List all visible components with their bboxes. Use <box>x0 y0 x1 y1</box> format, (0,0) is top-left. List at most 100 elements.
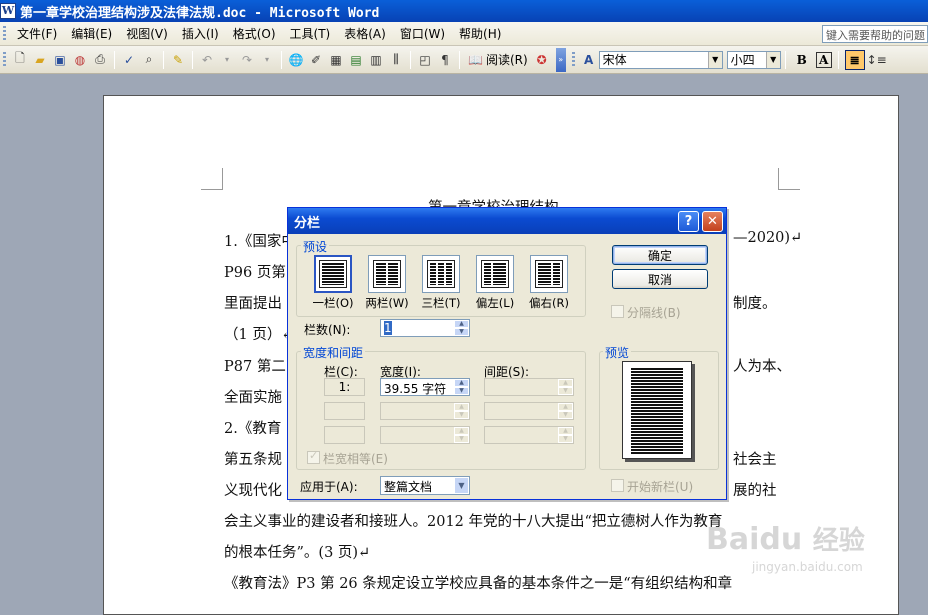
cancel-button[interactable]: 取消 <box>612 269 708 289</box>
start-new-column-label: 开始新栏(U) <box>627 480 694 494</box>
tables-borders-icon[interactable]: ✐ <box>307 51 325 69</box>
spacing-spinner-2: ▲ ▼ <box>558 403 573 419</box>
preset-label-one[interactable]: 一栏(O) <box>305 295 361 311</box>
format-toolbar-grip-handle[interactable] <box>571 51 575 68</box>
columns-dialog: 分栏 ? ✕ 预设 一栏(O) 两栏(W) 三栏(T) 偏左(L) 偏右(R) … <box>287 207 727 500</box>
chevron-down-icon[interactable]: ▼ <box>454 477 469 494</box>
toolbar-options-chevron-icon[interactable]: » <box>555 47 566 72</box>
show-hide-marks-icon[interactable]: ¶ <box>436 51 454 69</box>
spacing-input-2: ▲ ▼ <box>484 402 574 420</box>
preview-group-label: 预览 <box>603 344 632 361</box>
undo-icon[interactable]: ↶ <box>198 51 216 69</box>
bold-button[interactable]: B <box>792 50 812 70</box>
document-line: 1.《国家中 <box>224 234 296 250</box>
menu-table[interactable]: 表格(A) <box>337 25 393 42</box>
drawing-icon[interactable]: ⫼ <box>387 51 405 69</box>
read-button[interactable]: 📖 阅读(R) <box>464 51 532 68</box>
print-icon[interactable]: ⎙ <box>91 51 109 69</box>
watermark-brand: Baidu <box>706 522 803 557</box>
apply-to-value: 整篇文档 <box>384 480 433 494</box>
spelling-check-icon[interactable]: ✓ <box>120 51 138 69</box>
permission-icon[interactable]: ◍ <box>71 51 89 69</box>
menu-help[interactable]: 帮助(H) <box>452 25 508 42</box>
two-columns-icon[interactable] <box>368 255 406 293</box>
spacing-input-3: ▲ ▼ <box>484 426 574 444</box>
document-line-fragment: 社会主 <box>733 452 777 468</box>
help-assistant-icon[interactable]: ✪ <box>533 51 551 69</box>
font-size-select[interactable]: 小四 ▼ <box>726 50 781 69</box>
character-border-button[interactable]: A <box>815 51 832 68</box>
word-app-icon[interactable]: W <box>0 3 16 19</box>
separator-line-label: 分隔线(B) <box>627 306 681 320</box>
font-name-select[interactable]: 宋体 ▼ <box>598 50 723 69</box>
redo-icon[interactable]: ↷ <box>238 51 256 69</box>
menu-bar: 文件(F) 编辑(E) 视图(V) 插入(I) 格式(O) 工具(T) 表格(A… <box>0 22 928 46</box>
menu-tools[interactable]: 工具(T) <box>283 25 338 42</box>
right-column-icon[interactable] <box>530 255 568 293</box>
undo-dropdown-icon[interactable]: ▾ <box>218 51 236 69</box>
toolbar-separator <box>163 50 164 69</box>
title-bar: W 第一章学校治理结构涉及法律法规.doc - Microsoft Word <box>0 0 928 22</box>
document-line: 义现代化 <box>224 483 282 499</box>
dialog-title: 分栏 <box>294 215 321 231</box>
save-icon[interactable]: ▣ <box>51 51 69 69</box>
spacing-spinner-3: ▲ ▼ <box>558 427 573 443</box>
menu-view[interactable]: 视图(V) <box>119 25 175 42</box>
hyperlink-icon[interactable]: 🌐 <box>287 51 305 69</box>
three-columns-icon[interactable] <box>422 255 460 293</box>
toolbar-grip-handle[interactable] <box>3 51 6 68</box>
width-spacing-group-label: 宽度和间距 <box>301 344 366 361</box>
num-columns-input[interactable]: 1 ▲ ▼ <box>380 319 470 337</box>
left-column-icon[interactable] <box>476 255 514 293</box>
new-document-icon[interactable]: 🗋 <box>11 51 29 69</box>
preset-label-left[interactable]: 偏左(L) <box>467 295 523 311</box>
columns-icon[interactable]: ▥ <box>367 51 385 69</box>
spacing-spinner-1: ▲ ▼ <box>558 379 573 395</box>
menu-format[interactable]: 格式(O) <box>226 25 283 42</box>
menu-grip-handle[interactable] <box>3 25 6 42</box>
ok-button[interactable]: 确定 <box>612 245 708 265</box>
apply-to-select[interactable]: 整篇文档 ▼ <box>380 476 470 495</box>
num-columns-spinner[interactable]: ▲ ▼ <box>454 320 469 336</box>
menu-file[interactable]: 文件(F) <box>10 25 64 42</box>
chevron-down-icon[interactable]: ▼ <box>707 51 722 68</box>
redo-dropdown-icon[interactable]: ▾ <box>258 51 276 69</box>
chevron-down-icon[interactable]: ▼ <box>765 51 780 68</box>
column-number-field: 1: <box>324 378 365 396</box>
menu-edit[interactable]: 编辑(E) <box>64 25 119 42</box>
menu-window[interactable]: 窗口(W) <box>393 25 452 42</box>
font-size-value: 小四 <box>730 53 755 67</box>
insert-excel-icon[interactable]: ▤ <box>347 51 365 69</box>
document-line: P87 第二 <box>224 359 286 375</box>
width-input-3: ▲ ▼ <box>380 426 470 444</box>
research-icon[interactable]: ⌕ <box>140 51 158 69</box>
format-painter-icon[interactable]: ✎ <box>169 51 187 69</box>
document-line-fragment: 制度。 <box>733 296 777 312</box>
document-line: 《教育法》P3 第 26 条规定设立学校应具备的基本条件之一是“有组织结构和章 <box>224 576 733 592</box>
standard-toolbar: 🗋 ▰ ▣ ◍ ⎙ ✓ ⌕ ✎ ↶ ▾ ↷ ▾ 🌐 ✐ ▦ ▤ ▥ ⫼ ◰ ¶ … <box>0 46 928 74</box>
preset-label-right[interactable]: 偏右(R) <box>521 295 577 311</box>
dialog-title-bar[interactable]: 分栏 ? ✕ <box>288 208 726 234</box>
preset-label-three[interactable]: 三栏(T) <box>413 295 469 311</box>
help-icon[interactable]: ? <box>678 211 699 232</box>
insert-table-icon[interactable]: ▦ <box>327 51 345 69</box>
margin-corner-mark <box>778 168 800 190</box>
menu-insert[interactable]: 插入(I) <box>175 25 226 42</box>
preset-label-two[interactable]: 两栏(W) <box>359 295 415 311</box>
equal-width-label: 栏宽相等(E) <box>323 452 388 466</box>
column-number-field <box>324 426 365 444</box>
one-column-icon[interactable] <box>314 255 352 293</box>
styles-formatting-icon[interactable]: A <box>580 51 598 69</box>
start-new-column-checkbox[interactable] <box>611 479 624 492</box>
width-spinner-1[interactable]: ▲ ▼ <box>454 379 469 395</box>
close-icon[interactable]: ✕ <box>702 211 723 232</box>
open-folder-icon[interactable]: ▰ <box>31 51 49 69</box>
align-justify-icon[interactable]: ≣ <box>844 49 865 70</box>
equal-width-checkbox[interactable] <box>307 449 320 464</box>
document-map-icon[interactable]: ◰ <box>416 51 434 69</box>
separator-line-checkbox[interactable] <box>611 305 624 318</box>
help-search-input[interactable]: 键入需要帮助的问题 <box>822 25 928 43</box>
width-input-1[interactable]: 39.55 字符 ▲ ▼ <box>380 378 470 396</box>
line-spacing-icon[interactable]: ↕≡ <box>867 51 887 69</box>
font-name-value: 宋体 <box>602 53 627 67</box>
